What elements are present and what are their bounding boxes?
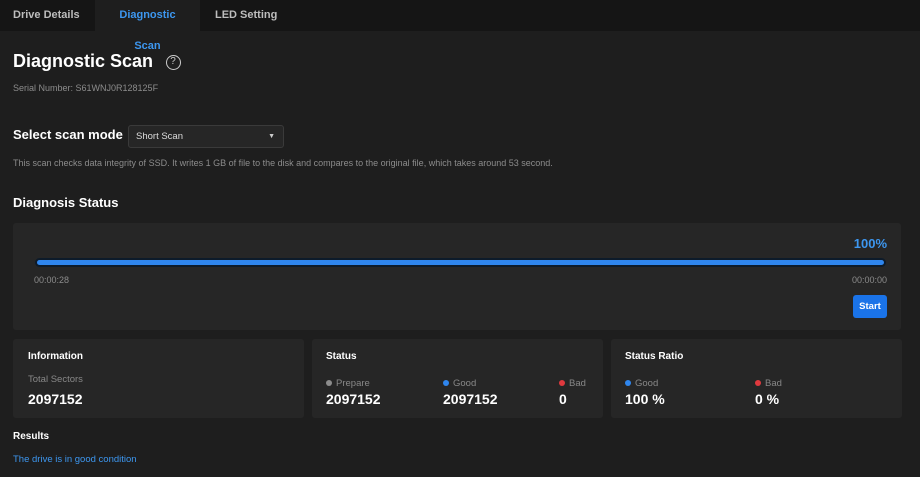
good-value: 2097152	[443, 391, 498, 407]
prepare-label: Prepare	[326, 378, 370, 389]
progress-bar	[35, 258, 886, 267]
ratio-good-value: 100 %	[625, 391, 665, 407]
elapsed-time: 00:00:28	[34, 275, 70, 285]
prepare-value: 2097152	[326, 391, 381, 407]
ratio-bad-label-text: Bad	[765, 378, 782, 389]
prepare-label-text: Prepare	[336, 378, 370, 389]
tab-led-setting[interactable]: LED Setting	[200, 0, 295, 31]
information-card: Information Total Sectors 2097152	[13, 339, 304, 418]
ratio-bad-value: 0 %	[755, 391, 780, 407]
results-text: The drive is in good condition	[13, 454, 137, 465]
total-sectors-value: 2097152	[28, 391, 83, 407]
results-title: Results	[13, 431, 50, 442]
scan-mode-select[interactable]: Short Scan ▼	[128, 125, 284, 148]
ratio-bad-label: Bad	[755, 378, 782, 389]
information-title: Information	[28, 351, 83, 362]
scan-mode-label: Select scan mode	[13, 127, 123, 142]
bad-label-text: Bad	[569, 378, 586, 389]
bad-dot-icon	[559, 380, 565, 386]
progress-fill	[37, 260, 884, 265]
prepare-dot-icon	[326, 380, 332, 386]
tab-drive-details[interactable]: Drive Details	[0, 0, 95, 31]
status-card: Status Prepare 2097152 Good 2097152 Bad …	[312, 339, 603, 418]
scan-description: This scan checks data integrity of SSD. …	[13, 158, 553, 168]
good-label: Good	[443, 378, 476, 389]
good-dot-icon	[443, 380, 449, 386]
page-title: Diagnostic Scan	[13, 51, 154, 71]
bad-dot-icon	[755, 380, 761, 386]
good-label-text: Good	[453, 378, 477, 389]
status-ratio-title: Status Ratio	[625, 351, 684, 362]
total-sectors-label: Total Sectors	[28, 374, 83, 385]
bad-value: 0	[559, 391, 567, 407]
good-dot-icon	[625, 380, 631, 386]
help-icon[interactable]: ?	[165, 55, 181, 71]
page-header: Diagnostic Scan ?	[13, 51, 181, 72]
chevron-down-icon: ▼	[268, 133, 275, 140]
progress-percent: 100%	[853, 236, 887, 251]
ratio-good-label: Good	[625, 378, 658, 389]
tab-diagnostic-scan[interactable]: Diagnostic Scan	[95, 0, 200, 52]
progress-panel	[13, 223, 901, 330]
remaining-time: 00:00:00	[851, 275, 887, 285]
status-title: Status	[326, 351, 357, 362]
status-ratio-card: Status Ratio Good 100 % Bad 0 %	[611, 339, 902, 418]
scan-mode-value: Short Scan	[136, 131, 183, 142]
tab-bar: Drive Details Diagnostic Scan LED Settin…	[0, 0, 920, 52]
diagnosis-status-title: Diagnosis Status	[13, 195, 119, 210]
start-button[interactable]: Start	[853, 295, 887, 318]
serial-number: Serial Number: S61WNJ0R128125F	[13, 83, 159, 93]
bad-label: Bad	[559, 378, 586, 389]
ratio-good-label-text: Good	[635, 378, 659, 389]
